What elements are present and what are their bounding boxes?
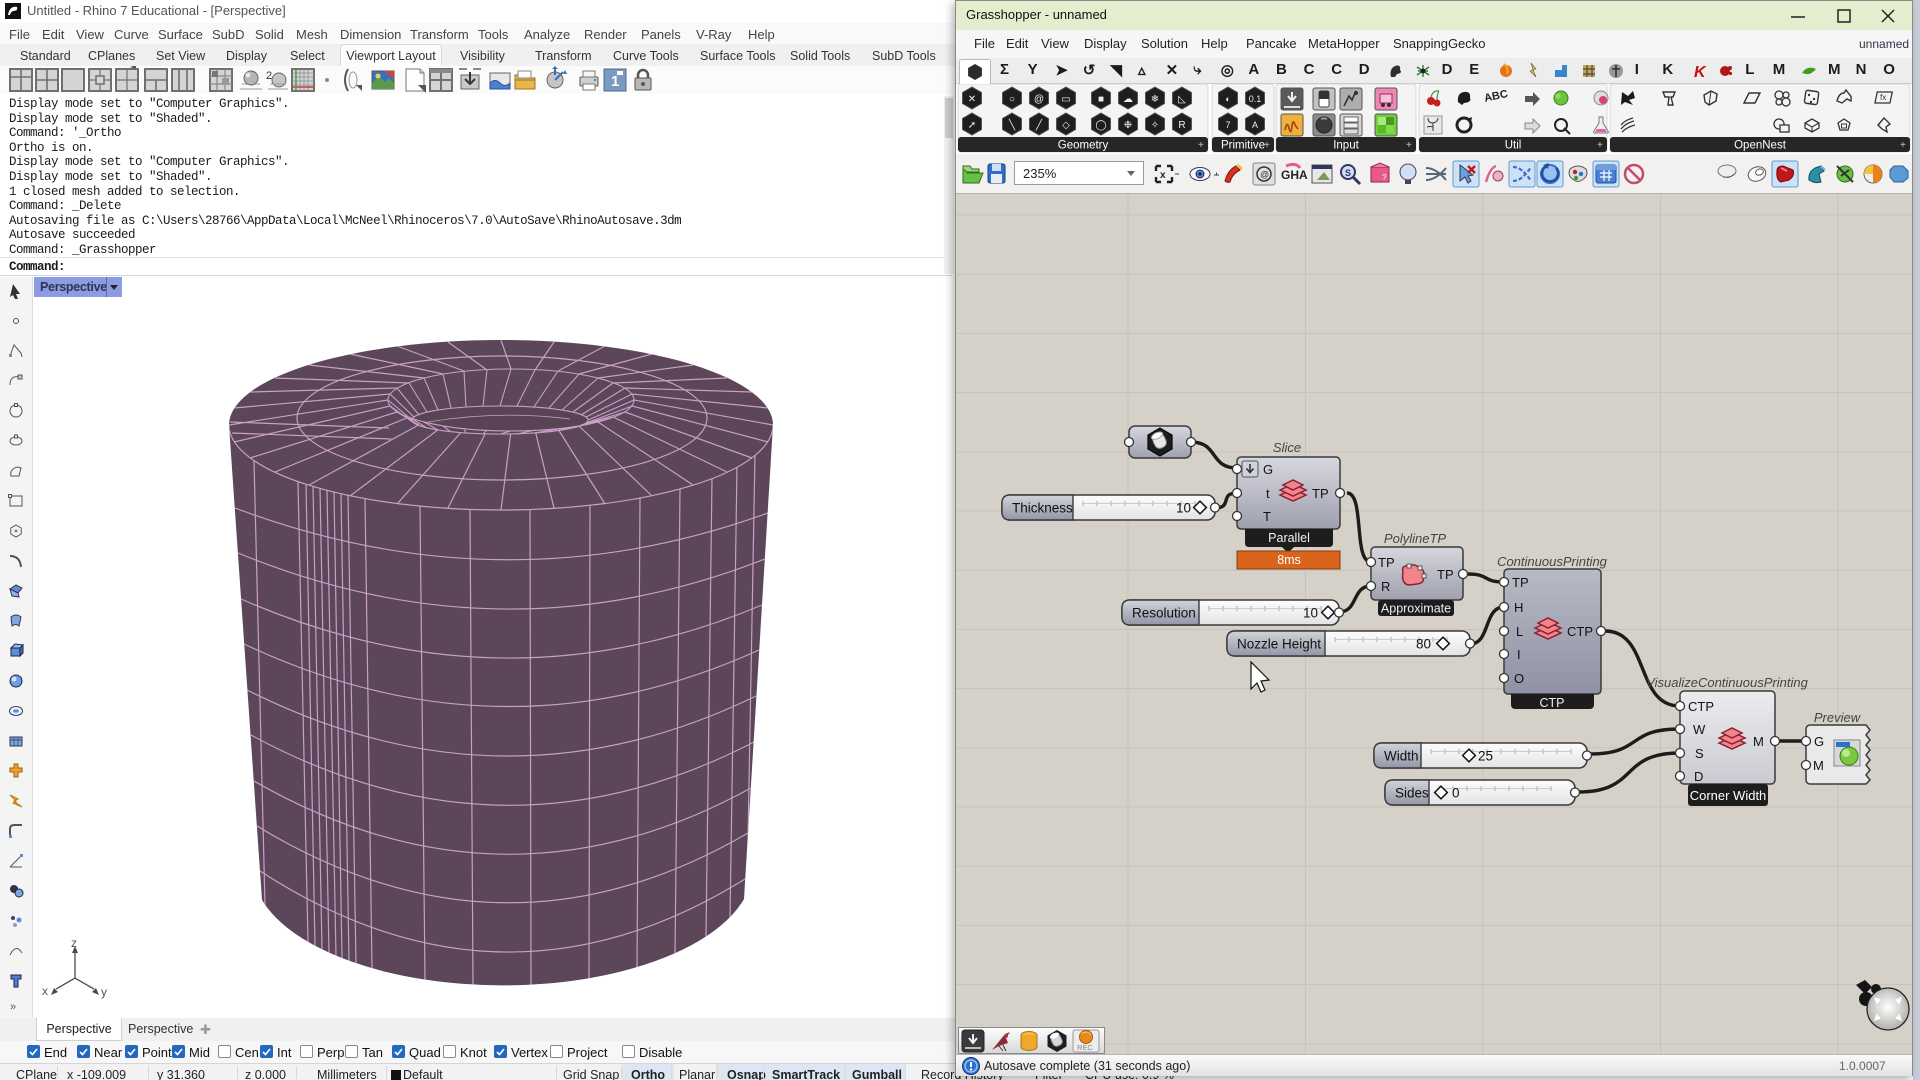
svg-text:fx: fx: [1880, 93, 1886, 102]
svg-text:Sides: Sides: [1395, 786, 1429, 801]
svg-text:2: 2: [266, 70, 272, 82]
svg-text:0: 0: [1452, 786, 1460, 801]
svg-text:S: S: [1695, 746, 1704, 761]
svg-text:Nozzle Height: Nozzle Height: [1237, 637, 1321, 652]
svg-text:✧: ✧: [1151, 120, 1159, 131]
svg-text:A: A: [1252, 120, 1258, 130]
svg-text:TP: TP: [1437, 567, 1454, 582]
svg-text:☁: ☁: [1123, 94, 1133, 105]
svg-text:O: O: [1514, 671, 1524, 686]
svg-text:╱: ╱: [1035, 118, 1043, 131]
svg-text:╲: ╲: [1008, 118, 1016, 131]
svg-text:GHA: GHA: [1281, 168, 1308, 182]
svg-text:G: G: [1263, 462, 1273, 477]
svg-text:▭: ▭: [1061, 94, 1070, 105]
svg-text:I: I: [1517, 647, 1521, 662]
svg-text:R: R: [1178, 120, 1185, 131]
svg-text:ContinuousPrinting: ContinuousPrinting: [1497, 554, 1608, 569]
svg-text:Thickness: Thickness: [1012, 501, 1073, 516]
svg-text:Approximate: Approximate: [1381, 602, 1451, 616]
svg-text:@: @: [1260, 170, 1269, 180]
svg-text:?: ?: [1382, 173, 1387, 182]
svg-text:Parallel: Parallel: [1268, 531, 1310, 545]
svg-text:7: 7: [1225, 120, 1230, 130]
svg-text:M: M: [1813, 758, 1824, 773]
svg-text:+: +: [1900, 140, 1906, 151]
svg-text:G: G: [1814, 734, 1824, 749]
svg-text:0.1: 0.1: [1249, 94, 1262, 104]
svg-text:25: 25: [1478, 749, 1493, 764]
svg-text:Primitive: Primitive: [1221, 140, 1265, 152]
svg-text:❉: ❉: [1124, 120, 1132, 131]
svg-text:✕: ✕: [968, 94, 976, 105]
svg-text:➚: ➚: [968, 120, 976, 131]
svg-text:CTP: CTP: [1688, 699, 1714, 714]
svg-text:+: +: [1406, 140, 1412, 151]
svg-text:◺: ◺: [1178, 94, 1186, 105]
svg-text:■: ■: [1098, 94, 1104, 105]
svg-text:TP: TP: [1512, 575, 1529, 590]
svg-text:K: K: [1694, 64, 1707, 80]
svg-text:Preview: Preview: [1814, 710, 1862, 725]
svg-text:80: 80: [1416, 637, 1431, 652]
svg-text:+: +: [1264, 140, 1270, 151]
svg-text:OpenNest: OpenNest: [1734, 140, 1787, 152]
svg-text:T: T: [1263, 509, 1271, 524]
svg-text:1: 1: [611, 73, 619, 90]
svg-text:TP: TP: [1378, 555, 1395, 570]
svg-text:H: H: [1514, 600, 1523, 615]
svg-text:D: D: [1694, 769, 1703, 784]
svg-text:VisualizeContinuousPrinting: VisualizeContinuousPrinting: [1646, 675, 1808, 690]
svg-text:❄: ❄: [1151, 94, 1159, 105]
svg-text:y: y: [101, 985, 107, 999]
svg-text:Util: Util: [1505, 140, 1522, 152]
svg-text:+: +: [1198, 140, 1204, 151]
svg-text:PolylineTP: PolylineTP: [1384, 531, 1446, 546]
svg-text:REC: REC: [1077, 1043, 1093, 1052]
svg-text:○: ○: [1009, 94, 1015, 105]
svg-text:z: z: [71, 936, 77, 950]
svg-text:10: 10: [1176, 501, 1191, 516]
svg-text:Slice: Slice: [1273, 440, 1301, 455]
svg-text:8ms: 8ms: [1277, 553, 1301, 567]
svg-text:+: +: [1597, 140, 1603, 151]
svg-text:◯: ◯: [1095, 120, 1106, 131]
svg-text:@: @: [1034, 94, 1044, 105]
svg-text:t: t: [1266, 486, 1270, 501]
svg-text:Width: Width: [1384, 749, 1419, 764]
svg-text:M: M: [1753, 734, 1764, 749]
svg-text:Geometry: Geometry: [1058, 140, 1109, 152]
svg-text:TP: TP: [1312, 486, 1329, 501]
svg-text:10: 10: [1303, 606, 1318, 621]
svg-text:»: »: [10, 1001, 16, 1013]
svg-text:Resolution: Resolution: [1132, 606, 1196, 621]
svg-text:x: x: [42, 984, 48, 998]
svg-text:S: S: [1345, 168, 1351, 178]
svg-text:◐: ◐: [1225, 94, 1230, 104]
svg-text:CTP: CTP: [1567, 624, 1593, 639]
svg-text:R: R: [1381, 579, 1390, 594]
svg-text:CTP: CTP: [1540, 696, 1565, 710]
svg-text:◇: ◇: [1062, 120, 1070, 131]
svg-text:Corner Width: Corner Width: [1690, 788, 1767, 803]
svg-text:Input: Input: [1333, 140, 1359, 152]
svg-text:x: x: [1160, 170, 1166, 181]
svg-text:W: W: [1693, 722, 1706, 737]
svg-text:L: L: [1516, 624, 1523, 639]
